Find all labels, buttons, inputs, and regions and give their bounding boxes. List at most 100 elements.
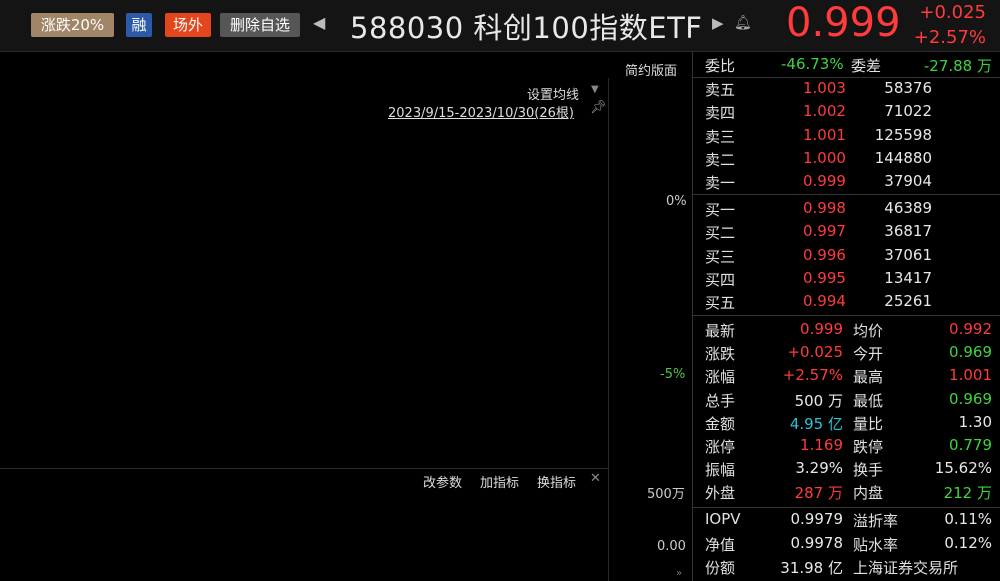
axis-label-neg5pct: -5% — [660, 367, 686, 382]
prev-stock-icon[interactable]: ◀ — [313, 13, 325, 32]
volume-axis-top: 500万 — [647, 487, 685, 502]
stat-label: 涨幅 — [705, 368, 736, 387]
level-price: 0.996 — [803, 245, 846, 264]
divider — [693, 77, 1000, 78]
fund-label: 贴水率 — [853, 535, 899, 554]
fund-label: 上海证券交易所 — [853, 559, 959, 577]
bids-level-row[interactable]: 买一 0.998 46389 — [693, 199, 1000, 221]
switch-indicator-button[interactable]: 换指标 — [537, 472, 576, 491]
stat-row: 金额 4.95 亿量比 1.30 — [693, 413, 1000, 435]
stat-value: 0.999 — [800, 320, 843, 338]
stat-label: 涨停 — [705, 438, 736, 456]
stat-value: 1.30 — [958, 412, 992, 431]
level-volume: 25261 — [884, 292, 932, 311]
bids-level-row[interactable]: 买二 0.997 36817 — [693, 222, 1000, 244]
fund-label: 净值 — [705, 535, 736, 554]
current-price: 0.999 — [786, 0, 901, 46]
level-label: 卖四 — [705, 104, 736, 123]
bids-level-row[interactable]: 买四 0.995 13417 — [693, 269, 1000, 291]
stat-label: 最新 — [705, 322, 736, 340]
level-label: 买四 — [705, 270, 736, 289]
level-label: 卖三 — [705, 127, 736, 146]
level-volume: 37061 — [884, 245, 932, 264]
stat-row: 外盘 287 万内盘 212 万 — [693, 482, 1000, 504]
level-label: 卖二 — [705, 150, 736, 169]
stat-label: 总手 — [705, 391, 736, 410]
asks-level-row[interactable]: 卖三 1.001 125598 — [693, 126, 1000, 148]
stat-value: 4.95 亿 — [789, 414, 843, 433]
set-ma-button[interactable]: 设置均线 — [527, 84, 579, 103]
asks-level-row[interactable]: 卖四 1.002 71022 — [693, 102, 1000, 124]
level-volume: 13417 — [884, 268, 932, 287]
add-indicator-button[interactable]: 加指标 — [480, 472, 519, 491]
offexchange-tag[interactable]: 场外 — [165, 13, 211, 37]
stat-value: 0.969 — [949, 343, 992, 362]
fund-row: IOPV 0.9979 溢折率 0.11% — [693, 510, 1000, 532]
level-volume: 125598 — [874, 125, 932, 144]
level-price: 0.997 — [803, 222, 846, 241]
stat-value: 15.62% — [934, 459, 992, 478]
stat-label: 外盘 — [705, 484, 736, 503]
change-percent: +2.57% — [913, 27, 986, 48]
level-label: 卖五 — [705, 81, 736, 99]
date-range-link[interactable]: 2023/9/15-2023/10/30(26根) — [388, 102, 574, 121]
simple-layout-button[interactable]: 简约版面 — [625, 60, 677, 79]
level-price: 0.995 — [803, 268, 846, 287]
stat-value: +0.025 — [787, 343, 843, 362]
close-icon[interactable]: ✕ — [590, 471, 601, 486]
asks-level-row[interactable]: 卖五 1.003 58376 — [693, 79, 1000, 101]
bell-icon[interactable]: 🔔︎ — [734, 15, 752, 31]
stat-label: 量比 — [853, 414, 884, 433]
stock-title: 588030 科创100指数ETF — [350, 11, 703, 45]
level-label: 买三 — [705, 247, 736, 266]
level-label: 买一 — [705, 201, 736, 219]
stat-label: 换手 — [853, 461, 884, 480]
stat-row: 总手 500 万最低 0.969 — [693, 390, 1000, 412]
fund-label: 溢折率 — [853, 512, 899, 530]
level-label: 卖一 — [705, 174, 736, 193]
stat-label: 最低 — [853, 391, 884, 410]
level-price: 1.002 — [803, 102, 846, 121]
fund-label: 份额 — [705, 559, 736, 577]
scroll-right-icon[interactable]: » — [676, 568, 682, 579]
asks-level-row[interactable]: 卖二 1.000 144880 — [693, 149, 1000, 171]
remove-watchlist-button[interactable]: 删除自选 — [220, 13, 300, 37]
fund-value: 0.11% — [944, 510, 992, 528]
divider — [693, 507, 1000, 508]
divider — [693, 315, 1000, 316]
quote-panel: 委比 -46.73% 委差 -27.88 万 卖五 1.003 58376 卖四 1.0… — [693, 52, 1000, 581]
stat-row: 涨停 1.169 跌停 0.779 — [693, 436, 1000, 458]
level-volume: 46389 — [884, 199, 932, 217]
divider — [693, 194, 1000, 195]
chevron-down-icon[interactable]: ▼ — [591, 84, 599, 95]
fund-value: 0.12% — [944, 533, 992, 552]
diff-label: 委差 — [851, 57, 882, 75]
kline-chart-area[interactable] — [0, 52, 693, 581]
fund-row: 净值 0.9978 贴水率 0.12% — [693, 534, 1000, 556]
margin-tag[interactable]: 融 — [126, 13, 152, 37]
limit-tag[interactable]: 涨跌20% — [31, 13, 114, 37]
ratio-label: 委比 — [705, 57, 736, 75]
pin-icon[interactable]: 📌︎ — [590, 100, 607, 115]
bids-level-row[interactable]: 买三 0.996 37061 — [693, 246, 1000, 268]
level-price: 0.999 — [803, 172, 846, 191]
level-price: 1.003 — [803, 79, 846, 97]
stat-value: 0.779 — [949, 436, 992, 454]
stat-label: 跌停 — [853, 438, 884, 456]
asks-level-row[interactable]: 卖一 0.999 37904 — [693, 172, 1000, 194]
level-volume: 71022 — [884, 102, 932, 121]
stat-label: 今开 — [853, 345, 884, 364]
stat-label: 金额 — [705, 414, 736, 433]
stat-row: 振幅 3.29% 换手 15.62% — [693, 459, 1000, 481]
stat-value: 500 万 — [794, 391, 843, 410]
fund-value: 0.9978 — [790, 533, 844, 552]
ratio-value: -46.73% — [781, 55, 844, 73]
next-stock-icon[interactable]: ▶ — [712, 14, 724, 32]
fund-label: IOPV — [705, 510, 741, 528]
bids-level-row[interactable]: 买五 0.994 25261 — [693, 292, 1000, 314]
level-price: 1.000 — [803, 148, 846, 167]
level-price: 1.001 — [803, 125, 846, 144]
level-volume: 58376 — [884, 79, 932, 97]
stat-value: 3.29% — [795, 459, 843, 478]
change-param-button[interactable]: 改参数 — [423, 472, 462, 491]
